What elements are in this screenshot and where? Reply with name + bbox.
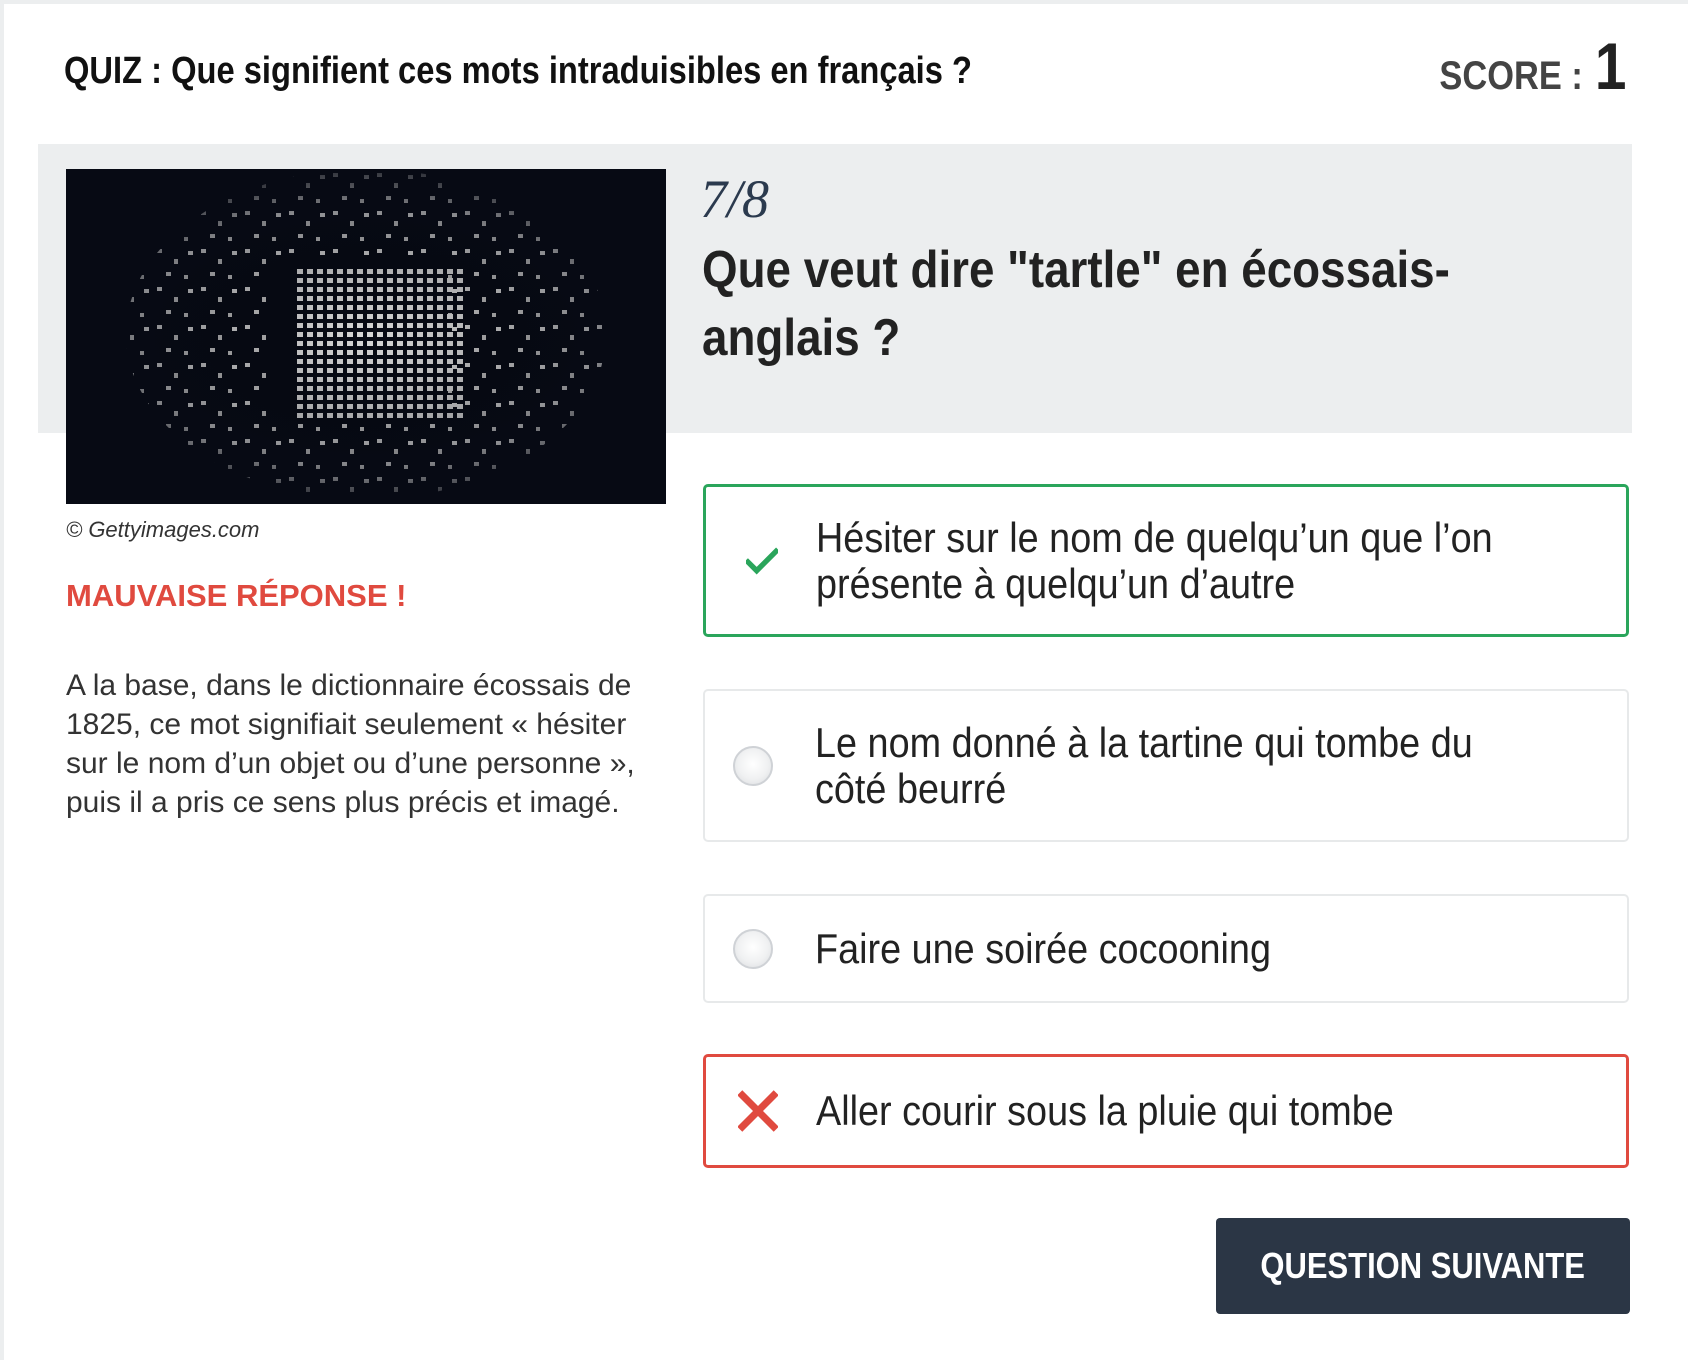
- answer-option-1[interactable]: Hésiter sur le nom de quelqu’un que l’on…: [703, 484, 1629, 637]
- question-text: Que veut dire "tartle" en écossais-angla…: [702, 241, 1450, 367]
- radio-icon: [729, 742, 777, 790]
- score-value: 1: [1594, 29, 1626, 103]
- next-question-button[interactable]: QUESTION SUIVANTE: [1216, 1218, 1630, 1314]
- next-question-label: QUESTION SUIVANTE: [1260, 1245, 1586, 1286]
- answer-label: Aller courir sous la pluie qui tombe: [816, 1087, 1394, 1134]
- score-label: SCORE :: [1439, 54, 1583, 98]
- quiz-title: QUIZ : Que signifient ces mots intraduis…: [64, 50, 972, 92]
- answer-label: Le nom donné à la tartine qui tombe du c…: [815, 718, 1473, 812]
- score-display: SCORE : 1: [1439, 28, 1626, 104]
- quiz-image: [66, 169, 666, 504]
- answer-option-3[interactable]: Faire une soirée cocooning: [703, 894, 1629, 1003]
- answer-option-4[interactable]: Aller courir sous la pluie qui tombe: [703, 1054, 1629, 1168]
- radio-icon: [729, 925, 777, 973]
- answer-option-2[interactable]: Le nom donné à la tartine qui tombe du c…: [703, 689, 1629, 842]
- question-counter: 7/8: [700, 169, 770, 229]
- answer-label: Faire une soirée cocooning: [815, 924, 1271, 972]
- image-credit: © Gettyimages.com: [66, 517, 260, 542]
- answer-explanation: A la base, dans le dictionnaire écossais…: [66, 669, 635, 819]
- cross-icon: [730, 1087, 778, 1135]
- answer-verdict: MAUVAISE RÉPONSE !: [66, 578, 407, 613]
- check-icon: [730, 537, 778, 585]
- answer-label: Hésiter sur le nom de quelqu’un que l’on…: [816, 513, 1493, 607]
